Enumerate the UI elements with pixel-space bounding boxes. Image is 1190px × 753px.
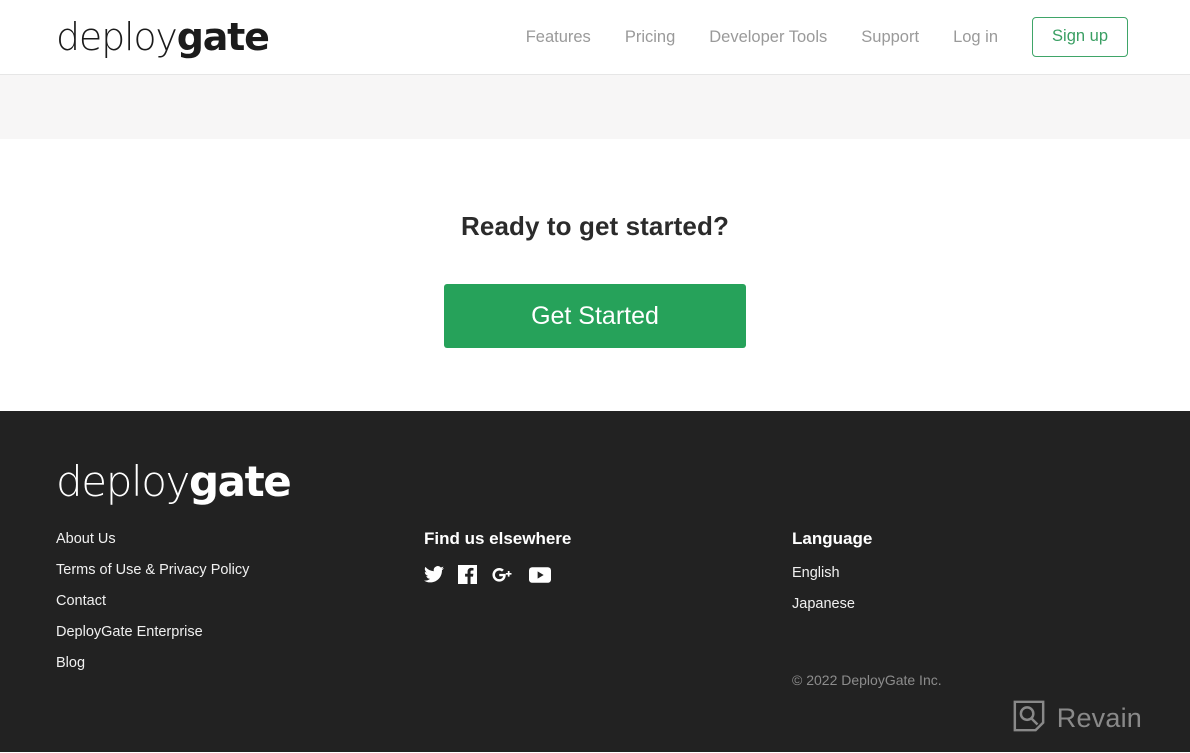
section-divider-band: [0, 75, 1190, 139]
revain-watermark-text: Revain: [1056, 703, 1142, 733]
twitter-icon: [424, 566, 444, 583]
nav-link-support[interactable]: Support: [844, 29, 936, 46]
footer-link-about-us[interactable]: About Us: [56, 531, 249, 548]
page-root: deploygate Features Pricing Developer To…: [0, 0, 1190, 753]
footer-logo: deploygate: [56, 461, 292, 503]
sign-up-button[interactable]: Sign up: [1032, 17, 1128, 57]
header-logo-light: deploy: [56, 15, 178, 59]
header-logo-text: deploygate: [56, 15, 270, 59]
nav-link-features[interactable]: Features: [509, 29, 608, 46]
get-started-button[interactable]: Get Started: [444, 284, 746, 349]
call-to-action-section: Ready to get started? Get Started: [0, 139, 1190, 411]
revain-logo-icon: [1012, 699, 1046, 738]
nav-link-developer-tools[interactable]: Developer Tools: [692, 29, 844, 46]
social-icon-row: [424, 565, 571, 585]
facebook-link[interactable]: [458, 565, 477, 585]
copyright-text: © 2022 DeployGate Inc.: [792, 672, 942, 688]
revain-watermark: Revain: [1012, 699, 1142, 738]
language-option-japanese[interactable]: Japanese: [792, 596, 872, 613]
youtube-icon: [529, 567, 551, 583]
nav-link-pricing[interactable]: Pricing: [608, 29, 692, 46]
footer-logo-bold: gate: [188, 457, 292, 506]
footer-link-enterprise[interactable]: DeployGate Enterprise: [56, 624, 249, 641]
youtube-link[interactable]: [529, 567, 551, 583]
footer-logo-light: deploy: [56, 457, 190, 506]
footer-social-column: Find us elsewhere: [424, 529, 572, 585]
language-option-english[interactable]: English: [792, 565, 872, 582]
header-logo[interactable]: deploygate: [56, 14, 270, 60]
twitter-link[interactable]: [424, 566, 444, 583]
site-footer: deploygate About Us Terms of Use & Priva…: [0, 411, 1190, 752]
footer-language-column: Language English Japanese: [792, 529, 872, 627]
footer-link-contact[interactable]: Contact: [56, 593, 249, 610]
main-navigation: Features Pricing Developer Tools Support…: [509, 0, 1128, 74]
footer-link-blog[interactable]: Blog: [56, 655, 249, 672]
google-plus-icon: [491, 566, 515, 584]
facebook-icon: [458, 565, 477, 585]
language-heading: Language: [792, 529, 873, 548]
site-header: deploygate Features Pricing Developer To…: [0, 0, 1190, 75]
cta-heading: Ready to get started?: [461, 211, 729, 241]
header-logo-bold: gate: [176, 15, 270, 59]
nav-link-log-in[interactable]: Log in: [936, 29, 1015, 46]
footer-links-column: About Us Terms of Use & Privacy Policy C…: [56, 531, 249, 685]
social-heading: Find us elsewhere: [424, 529, 572, 548]
footer-link-terms-privacy[interactable]: Terms of Use & Privacy Policy: [56, 562, 249, 579]
google-plus-link[interactable]: [491, 566, 515, 584]
